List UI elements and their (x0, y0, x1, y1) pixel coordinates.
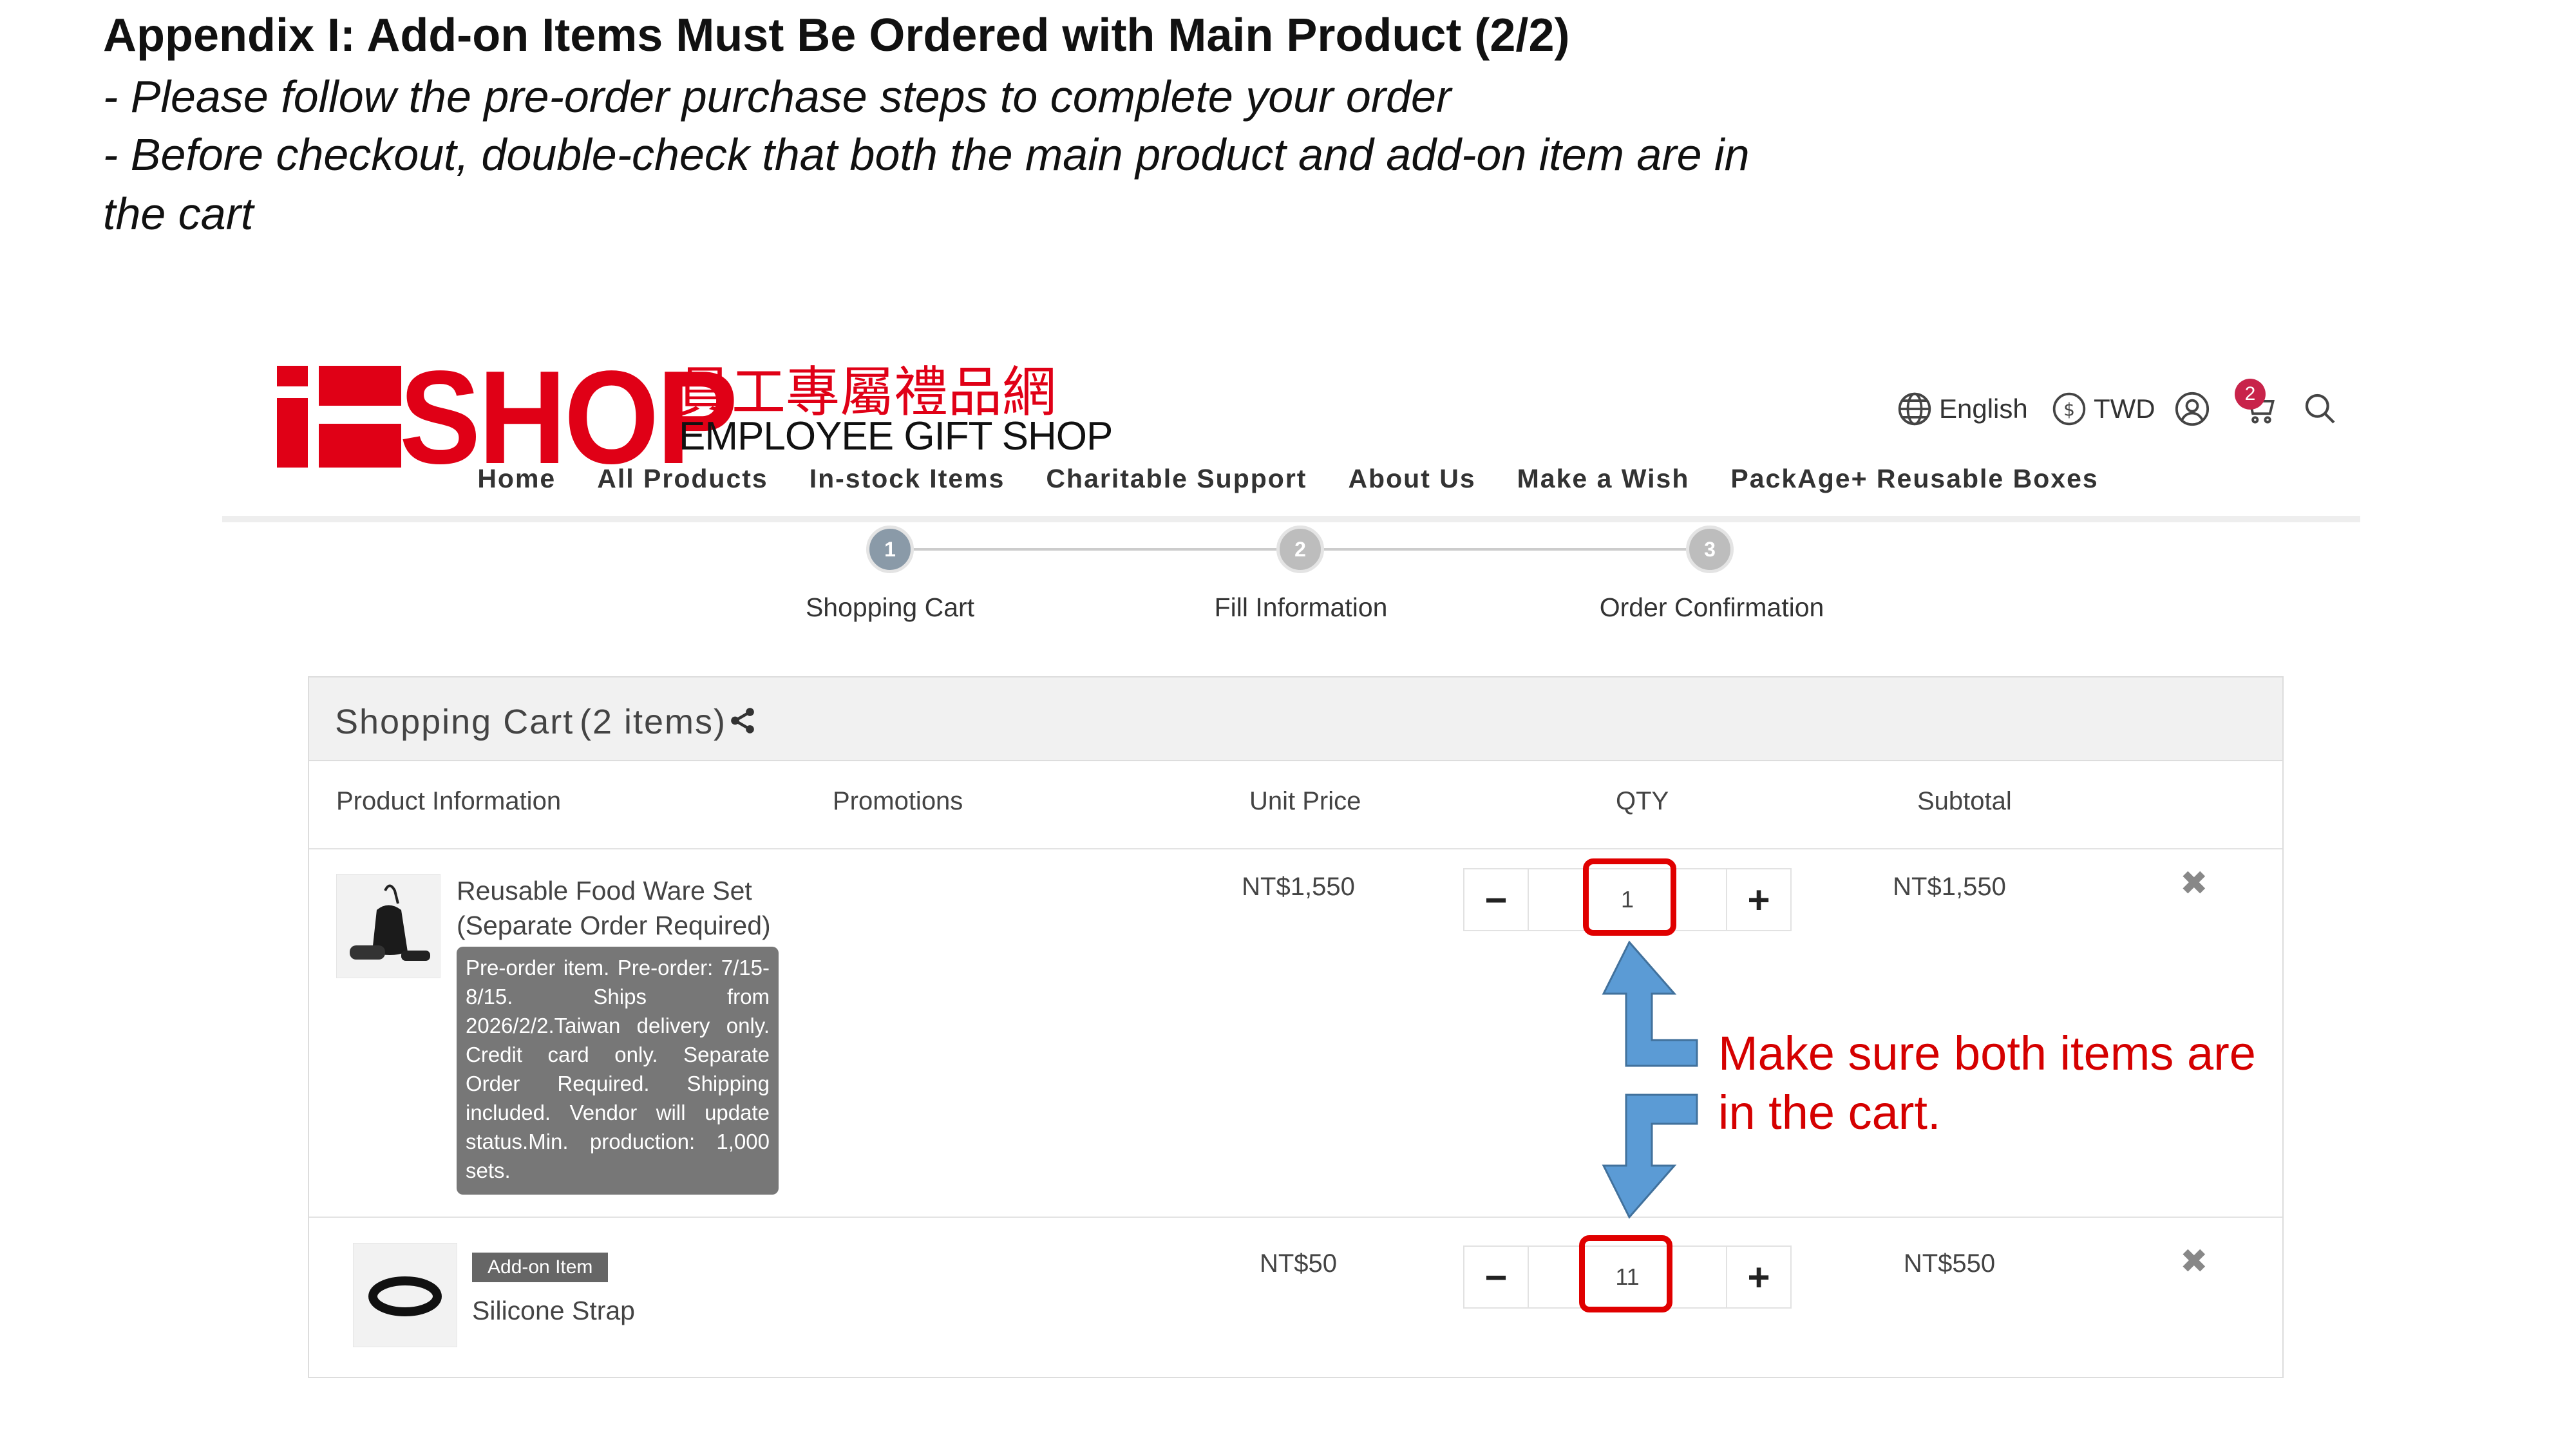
nav-make-a-wish[interactable]: Make a Wish (1517, 464, 1690, 494)
step-2-indicator: 2 (1276, 526, 1324, 573)
svg-text:$: $ (2063, 399, 2075, 421)
logo-mark-dot (277, 366, 308, 386)
step-3-label: Order Confirmation (1599, 592, 1824, 622)
logo-mark-stem (277, 398, 308, 468)
slide-note-3: the cart (103, 189, 254, 239)
annotation-line-2: in the cart. (1718, 1086, 1941, 1139)
search-button[interactable] (2302, 386, 2338, 431)
subtotal: NT$550 (1903, 1249, 1996, 1278)
main-navigation: Home All Products In-stock Items Charita… (0, 464, 2576, 494)
currency-selector[interactable]: $ TWD (2051, 386, 2155, 431)
slide-title: Appendix I: Add-on Items Must Be Ordered… (103, 10, 1570, 61)
remove-item-button[interactable]: ✖ (2180, 864, 2208, 903)
share-icon[interactable] (728, 706, 757, 739)
site-logo[interactable]: SHOP 員工專屬禮品網 EMPLOYEE GIFT SHOP (270, 343, 1113, 491)
product-thumbnail-food-ware-set[interactable] (336, 874, 440, 978)
slide-note-2: - Before checkout, double-check that bot… (103, 129, 1750, 180)
row-divider (309, 1217, 2282, 1218)
product-name-line-2[interactable]: (Separate Order Required) (457, 911, 771, 941)
annotation-line-1: Make sure both items are (1718, 1027, 2256, 1080)
search-icon (2302, 391, 2338, 427)
header-divider (222, 516, 2360, 522)
qty-increase-button[interactable]: + (1726, 869, 1790, 930)
product-name[interactable]: Silicone Strap (472, 1296, 635, 1326)
column-promotions: Promotions (833, 787, 963, 815)
arrow-up-icon (1602, 940, 1698, 1067)
arrow-down-icon (1602, 1094, 1698, 1219)
nav-home[interactable]: Home (477, 464, 556, 494)
logo-mark-bottom (319, 424, 401, 468)
column-product-information: Product Information (336, 787, 562, 815)
nav-about-us[interactable]: About Us (1348, 464, 1475, 494)
step-1-indicator: 1 (866, 526, 914, 573)
cart-count-badge: 2 (2235, 379, 2266, 410)
step-1-label: Shopping Cart (805, 592, 975, 622)
nav-in-stock-items[interactable]: In-stock Items (810, 464, 1005, 494)
nav-package-reusable-boxes[interactable]: PackAge+ Reusable Boxes (1730, 464, 2098, 494)
qty-highlight-box-2 (1579, 1235, 1672, 1312)
nav-charitable-support[interactable]: Charitable Support (1046, 464, 1307, 494)
nav-all-products[interactable]: All Products (597, 464, 768, 494)
currency-label: TWD (2094, 393, 2155, 424)
column-subtotal: Subtotal (1917, 787, 2012, 815)
step-2-label: Fill Information (1214, 592, 1388, 622)
column-qty: QTY (1616, 787, 1669, 815)
language-selector[interactable]: English (1897, 386, 2028, 431)
user-icon (2174, 390, 2211, 428)
cart-title: Shopping Cart (335, 703, 574, 741)
qty-decrease-button[interactable]: − (1464, 869, 1529, 930)
account-button[interactable] (2174, 386, 2211, 431)
product-thumbnail-silicone-strap[interactable] (353, 1243, 457, 1347)
unit-price: NT$1,550 (1242, 873, 1355, 901)
column-unit-price: Unit Price (1249, 787, 1361, 815)
logo-subtitle: EMPLOYEE GIFT SHOP (679, 414, 1113, 459)
header-row-divider (309, 848, 2282, 849)
unit-price: NT$50 (1259, 1249, 1338, 1278)
language-label: English (1939, 393, 2028, 424)
preorder-note-tooltip: Pre-order item. Pre-order: 7/15-8/15. Sh… (457, 947, 779, 1195)
annotation-arrows (1602, 940, 1698, 1219)
logo-mark-top (319, 366, 401, 406)
dollar-icon: $ (2051, 391, 2087, 427)
qty-highlight-box-1 (1583, 858, 1676, 936)
add-on-item-badge: Add-on Item (472, 1253, 609, 1282)
cart-header: Shopping Cart (2 items) (309, 677, 2282, 761)
qty-decrease-button[interactable]: − (1464, 1247, 1529, 1307)
product-name-line-1[interactable]: Reusable Food Ware Set (457, 876, 752, 906)
step-3-indicator: 3 (1686, 526, 1734, 573)
slide-note-1: - Please follow the pre-order purchase s… (103, 71, 1452, 122)
globe-icon (1897, 391, 1933, 427)
qty-increase-button[interactable]: + (1726, 1247, 1790, 1307)
remove-item-button[interactable]: ✖ (2180, 1242, 2208, 1281)
annotation-text: Make sure both items are in the cart. (1718, 1024, 2298, 1142)
cart-item-count: (2 items) (580, 703, 727, 741)
subtotal: NT$1,550 (1893, 873, 2006, 901)
